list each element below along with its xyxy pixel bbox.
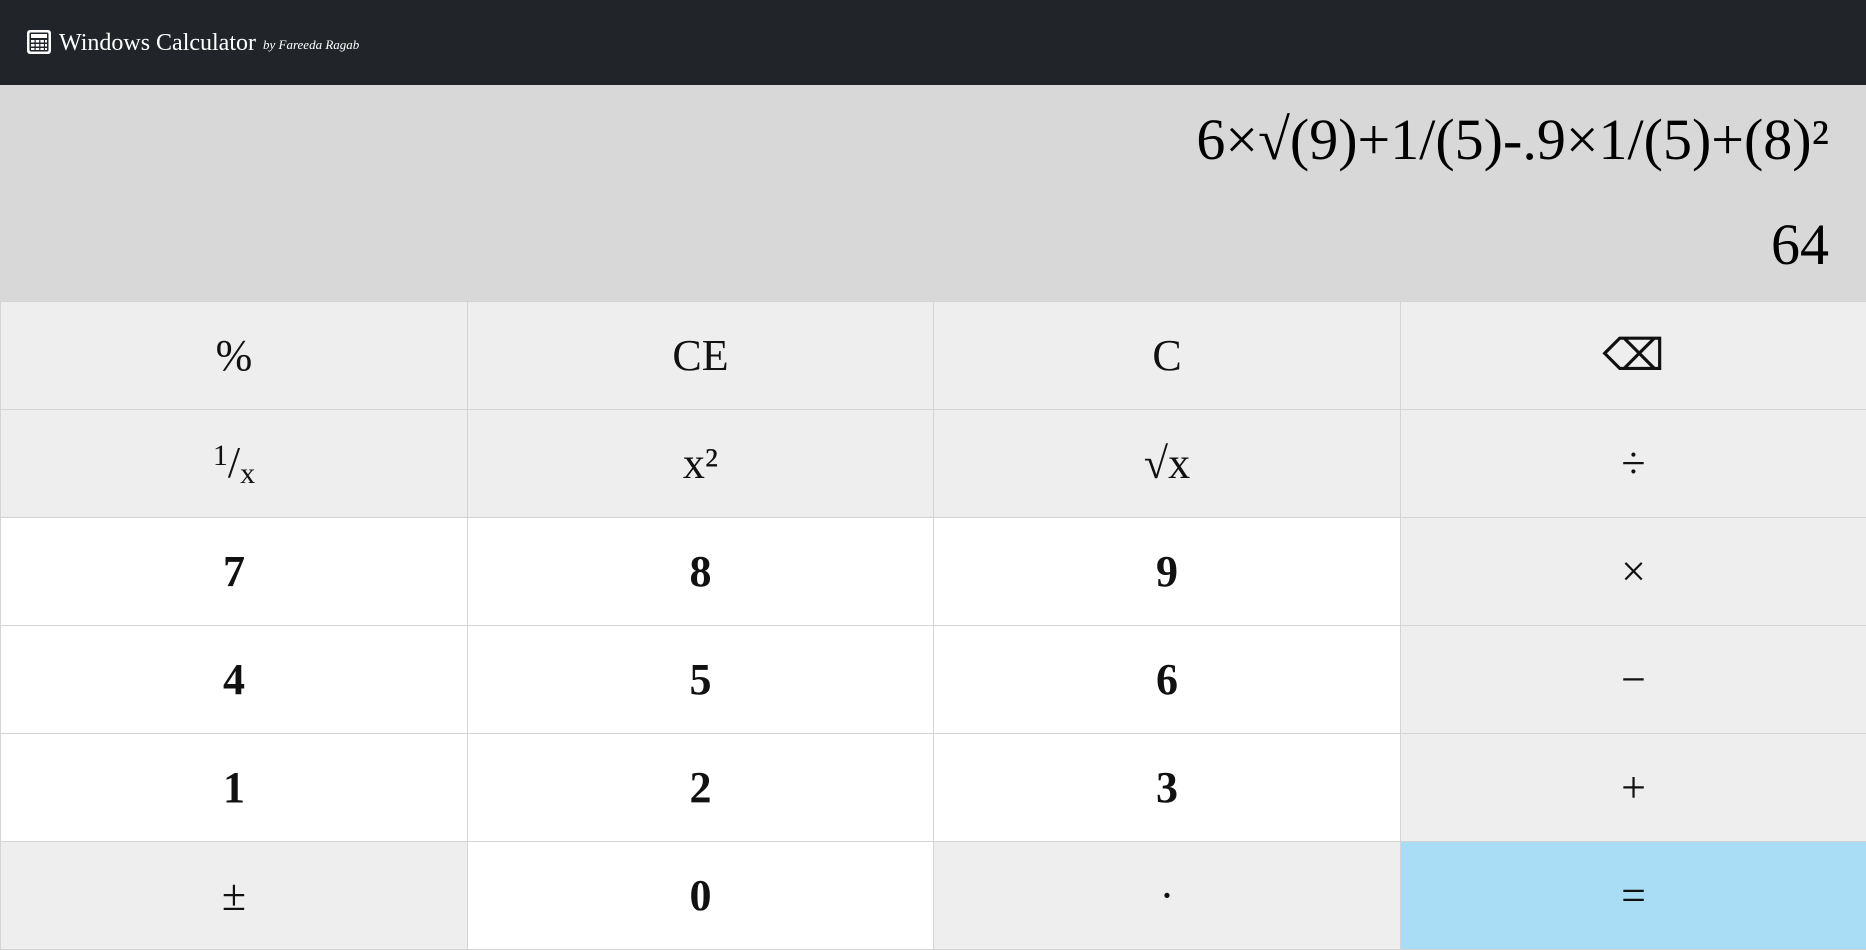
digit-2-button[interactable]: 2 [467,733,934,842]
expression-display: 6×√(9)+1/(5)-.9×1/(5)+(8)² [1196,107,1829,172]
digit-6-button[interactable]: 6 [933,625,1401,734]
reciprocal-button[interactable]: 1/x [0,409,468,518]
add-button[interactable]: + [1400,733,1866,842]
square-root-button[interactable]: √x [933,409,1401,518]
equals-button[interactable]: = [1400,841,1866,950]
multiply-button[interactable]: × [1400,517,1866,626]
keypad: % CE C ⌫ 1/x x² √x ÷ 7 8 9 × 4 5 6− 1 2 3 + ±0 · = [0,301,1866,950]
calculator-icon [27,29,51,54]
digit-3-button[interactable]: 3 [933,733,1401,842]
square-button[interactable]: x² [467,409,934,518]
divide-button[interactable]: ÷ [1400,409,1866,518]
digit-9-button[interactable]: 9 [933,517,1401,626]
result-display: 64 [1771,212,1829,277]
digit-8-button[interactable]: 8 [467,517,934,626]
digit-7-button[interactable]: 7 [0,517,468,626]
digit-5-button[interactable]: 5 [467,625,934,734]
digit-0-button[interactable]: 0 [467,841,934,950]
app-byline: by Fareeda Ragab [263,36,360,52]
percent-button[interactable]: % [0,301,468,410]
digit-4-button[interactable]: 4 [0,625,468,734]
decimal-button[interactable]: · [933,841,1401,950]
app-header: Windows Calculator by Fareeda Ragab [0,0,1866,85]
negate-button[interactable]: ± [0,841,468,950]
digit-1-button[interactable]: 1 [0,733,468,842]
calculator-display: 6×√(9)+1/(5)-.9×1/(5)+(8)² 64 [0,85,1866,301]
clear-entry-button[interactable]: CE [467,301,934,410]
app-title: Windows Calculator [59,29,256,56]
clear-button[interactable]: C [933,301,1401,410]
subtract-button[interactable]: − [1400,625,1866,734]
backspace-button[interactable]: ⌫ [1400,301,1866,410]
